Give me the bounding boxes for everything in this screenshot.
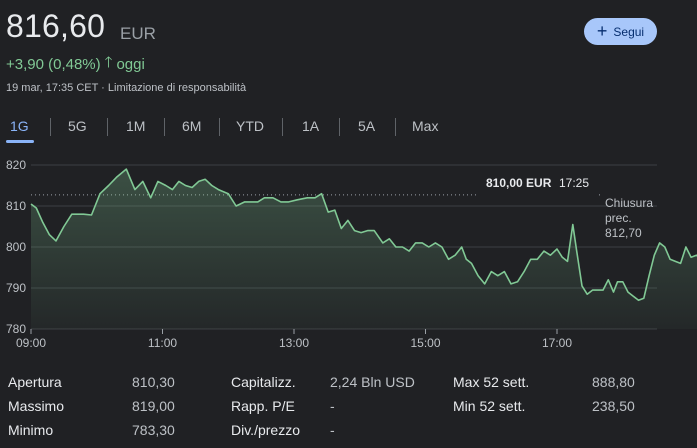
- tab-6m[interactable]: 6M: [182, 114, 201, 138]
- price-change-value: +3,90 (0,48%): [6, 56, 101, 73]
- follow-button[interactable]: + Segui: [584, 18, 657, 45]
- tab-1m[interactable]: 1M: [126, 114, 145, 138]
- tab-divider: [50, 118, 51, 136]
- stat-open-label: Apertura: [8, 374, 62, 390]
- active-tab-indicator: [6, 140, 34, 143]
- y-tick-label: 820: [6, 158, 26, 172]
- current-price: 816,60: [6, 8, 106, 44]
- tab-divider: [395, 118, 396, 136]
- tab-1d[interactable]: 1G: [10, 114, 29, 138]
- x-tick-label: 15:00: [410, 336, 440, 350]
- stat-open-value: 810,30: [132, 374, 175, 390]
- stat-high-value: 819,00: [132, 398, 175, 414]
- tooltip-time: 17:25: [559, 176, 589, 190]
- plus-icon: +: [596, 20, 608, 41]
- stat-div-yield-label: Div./prezzo: [231, 422, 300, 438]
- tooltip-price: 810,00 EUR: [486, 176, 552, 190]
- tab-5y[interactable]: 5A: [358, 114, 375, 138]
- stat-high-label: Massimo: [8, 398, 65, 414]
- x-tick-label: 13:00: [279, 336, 309, 350]
- tab-divider: [219, 118, 220, 136]
- tab-1y[interactable]: 1A: [302, 114, 319, 138]
- stat-low-value: 783,30: [132, 422, 175, 438]
- y-tick-label: 780: [6, 322, 26, 336]
- stat-52w-high-value: 888,80: [592, 374, 635, 390]
- stat-pe-label: Rapp. P/E: [231, 398, 295, 414]
- tab-ytd[interactable]: YTD: [236, 114, 264, 138]
- tab-max[interactable]: Max: [412, 114, 438, 138]
- tab-divider: [282, 118, 283, 136]
- arrow-up-icon: 🡑: [104, 54, 113, 71]
- x-tick-label: 17:00: [542, 336, 572, 350]
- currency-label: EUR: [120, 24, 156, 43]
- stat-52w-low-value: 238,50: [592, 398, 635, 414]
- y-tick-label: 810: [6, 199, 26, 213]
- previous-close-label: prec.: [605, 211, 632, 225]
- stat-52w-low-label: Min 52 sett.: [453, 398, 526, 414]
- stat-pe-value: -: [330, 398, 335, 414]
- stat-52w-high-label: Max 52 sett.: [453, 374, 530, 390]
- tab-divider: [107, 118, 108, 136]
- stat-market-cap-label: Capitalizz.: [231, 374, 296, 390]
- price-change: +3,90 (0,48%) 🡑 oggi: [6, 52, 145, 77]
- change-period: oggi: [116, 56, 145, 73]
- follow-button-label: Segui: [613, 24, 645, 39]
- time-range-tabs: 1G 5G 1M 6M YTD 1A 5A Max: [0, 114, 697, 142]
- y-tick-label: 800: [6, 240, 26, 254]
- previous-close-label: Chiusura: [605, 196, 653, 210]
- previous-close-value: 812,70: [605, 226, 642, 240]
- stat-market-cap-value: 2,24 Bln USD: [330, 374, 415, 390]
- stat-low-label: Minimo: [8, 422, 54, 438]
- tab-divider: [164, 118, 165, 136]
- quote-timestamp[interactable]: 19 mar, 17:35 CET · Limitazione di respo…: [6, 82, 246, 94]
- x-tick-label: 09:00: [16, 336, 46, 350]
- intraday-price-chart[interactable]: 780 790 800 810 820 09:00 11:00 13:00 15:00 17:00…: [0, 150, 697, 360]
- stat-div-yield-value: -: [330, 422, 335, 438]
- tab-divider: [339, 118, 340, 136]
- x-tick-label: 11:00: [148, 336, 177, 350]
- tab-5d[interactable]: 5G: [68, 114, 87, 138]
- y-tick-label: 790: [6, 281, 26, 295]
